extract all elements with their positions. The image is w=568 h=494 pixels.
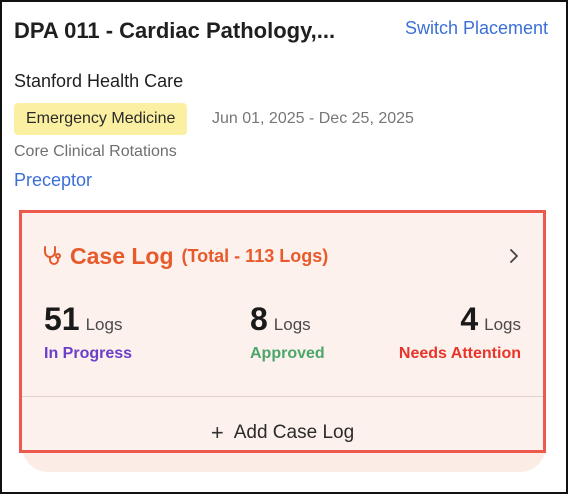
plus-icon: +	[210, 420, 224, 445]
stat-unit: Logs	[85, 315, 123, 334]
stat-label: In Progress	[44, 345, 133, 362]
stat-needs-attention[interactable]: 4 Logs Needs Attention	[399, 301, 521, 363]
stat-count: 4	[460, 301, 479, 337]
add-case-log-button[interactable]: + Add Case Log	[22, 416, 543, 450]
stat-in-progress[interactable]: 51 Logs In Progress	[44, 301, 132, 363]
stat-approved[interactable]: 8 Logs Approved	[250, 301, 325, 363]
organization-name: Stanford Health Care	[14, 71, 184, 91]
specialty-badge: Emergency Medicine	[14, 103, 188, 135]
date-range: Jun 01, 2025 - Dec 25, 2025	[212, 110, 414, 127]
chevron-right-icon[interactable]	[507, 247, 521, 265]
preceptor-link[interactable]: Preceptor	[14, 170, 92, 191]
stethoscope-icon	[44, 246, 61, 265]
add-case-log-label: Add Case Log	[233, 422, 355, 443]
case-log-total: (Total - 113 Logs)	[181, 245, 329, 266]
screen-frame: DPA 011 - Cardiac Pathology,... Switch P…	[0, 0, 568, 494]
placement-title: DPA 011 - Cardiac Pathology,...	[14, 18, 336, 43]
rotation-type: Core Clinical Rotations	[14, 143, 177, 160]
stat-unit: Logs	[273, 315, 311, 334]
stat-label: Approved	[250, 345, 325, 362]
case-log-title: Case Log	[70, 242, 174, 269]
case-log-header[interactable]: Case Log (Total - 113 Logs)	[40, 239, 525, 273]
card-divider	[22, 396, 543, 397]
switch-placement-link[interactable]: Switch Placement	[405, 18, 548, 39]
stat-count: 8	[250, 301, 268, 337]
stat-count: 51	[44, 301, 80, 337]
stat-label: Needs Attention	[398, 345, 521, 362]
case-log-card: Case Log (Total - 113 Logs) 51 Logs In Pr…	[19, 210, 546, 453]
stat-unit: Logs	[484, 315, 521, 334]
